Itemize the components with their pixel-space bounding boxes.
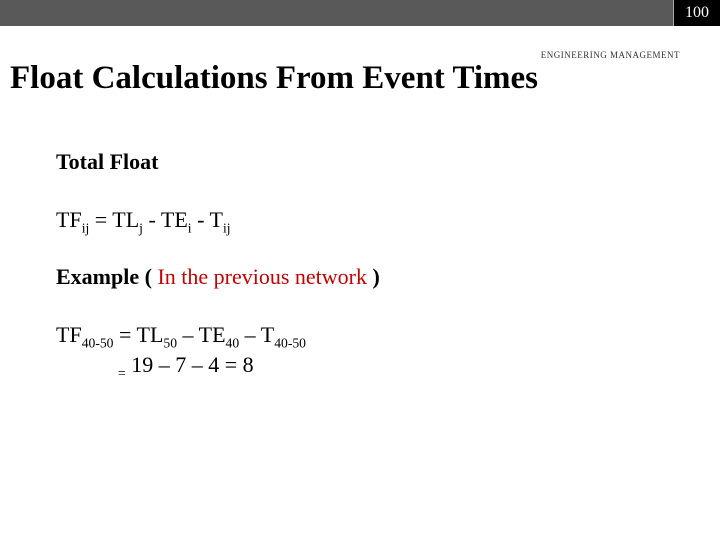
worked-line2-eq: = [118, 365, 126, 380]
worked-line2-rest: 19 – 7 – 4 = 8 [126, 352, 254, 377]
formula-total-float: TFij = TLj - TEi - Tij [56, 205, 720, 235]
page-number: 100 [685, 4, 709, 21]
slide: 100 ENGINEERING MANAGEMENT Float Calcula… [0, 0, 720, 540]
formula-lhs-base: TF [56, 207, 82, 232]
worked-t1-sub: 50 [163, 335, 177, 350]
page-number-box: 100 [673, 0, 720, 26]
formula-minus1: - [143, 207, 161, 232]
formula-t1-base: TL [112, 207, 139, 232]
formula-minus2: - [192, 207, 210, 232]
worked-t3-sub: 40-50 [274, 335, 306, 350]
example-label-post: ) [367, 264, 380, 289]
formula-t2-base: TE [161, 207, 188, 232]
worked-t2-sub: 40 [226, 335, 240, 350]
section-heading: Total Float [56, 147, 720, 177]
worked-t2-base: TE [199, 322, 226, 347]
worked-t1-base: TL [137, 322, 164, 347]
worked-eq: = [113, 322, 136, 347]
worked-example: TF40-50 = TL50 – TE40 – T40-50 = 19 – 7 … [56, 320, 720, 379]
worked-lhs-sub: 40-50 [82, 335, 114, 350]
top-bar [0, 0, 720, 26]
worked-dash2: – [239, 322, 261, 347]
formula-t3-sub: ij [223, 220, 231, 235]
formula-eq: = [89, 207, 112, 232]
slide-title: Float Calculations From Event Times [10, 60, 710, 97]
example-label: Example ( In the previous network ) [56, 262, 720, 292]
worked-dash1: – [177, 322, 199, 347]
worked-lhs-base: TF [56, 322, 82, 347]
course-tagline: ENGINEERING MANAGEMENT [541, 50, 680, 60]
worked-t3-base: T [261, 322, 274, 347]
example-label-red: In the previous network [157, 264, 367, 289]
formula-t3-base: T [210, 207, 223, 232]
example-label-pre: Example ( [56, 264, 157, 289]
worked-line-1: TF40-50 = TL50 – TE40 – T40-50 [56, 320, 720, 350]
slide-content: Total Float TFij = TLj - TEi - Tij Examp… [56, 147, 720, 379]
worked-line-2: = 19 – 7 – 4 = 8 [56, 350, 720, 380]
